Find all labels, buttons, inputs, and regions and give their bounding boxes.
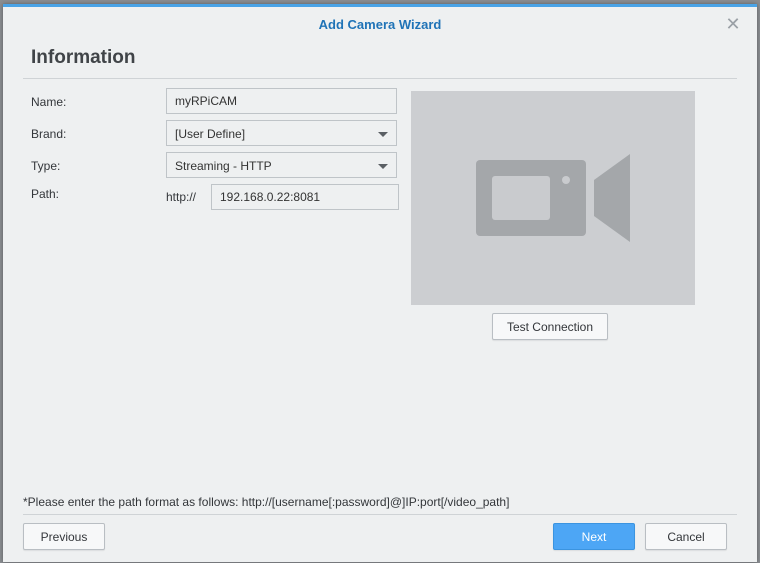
cancel-button[interactable]: Cancel [645, 523, 727, 550]
type-label: Type: [31, 159, 61, 173]
footer-divider [23, 514, 737, 515]
add-camera-wizard-dialog: Add Camera Wizard ✕ Information Name: Br… [3, 4, 757, 562]
section-divider [23, 78, 737, 79]
next-button[interactable]: Next [553, 523, 635, 550]
camera-preview [411, 91, 695, 305]
chevron-down-icon [378, 132, 388, 137]
video-camera-icon [476, 154, 630, 242]
path-input[interactable] [211, 184, 399, 210]
brand-select-value: [User Define] [175, 127, 246, 141]
brand-select[interactable]: [User Define] [166, 120, 397, 146]
name-label: Name: [31, 95, 67, 109]
dialog-title: Add Camera Wizard [318, 17, 442, 32]
type-select[interactable]: Streaming - HTTP [166, 152, 397, 178]
section-title: Information [31, 47, 136, 68]
type-select-value: Streaming - HTTP [175, 159, 272, 173]
previous-button[interactable]: Previous [23, 523, 105, 550]
path-prefix: http:// [166, 190, 197, 204]
path-label: Path: [31, 187, 60, 201]
test-connection-button[interactable]: Test Connection [492, 313, 608, 340]
brand-label: Brand: [31, 127, 67, 141]
close-icon[interactable]: ✕ [723, 14, 743, 34]
chevron-down-icon [378, 164, 388, 169]
path-format-hint: *Please enter the path format as follows… [23, 495, 510, 509]
name-input[interactable] [166, 88, 397, 114]
